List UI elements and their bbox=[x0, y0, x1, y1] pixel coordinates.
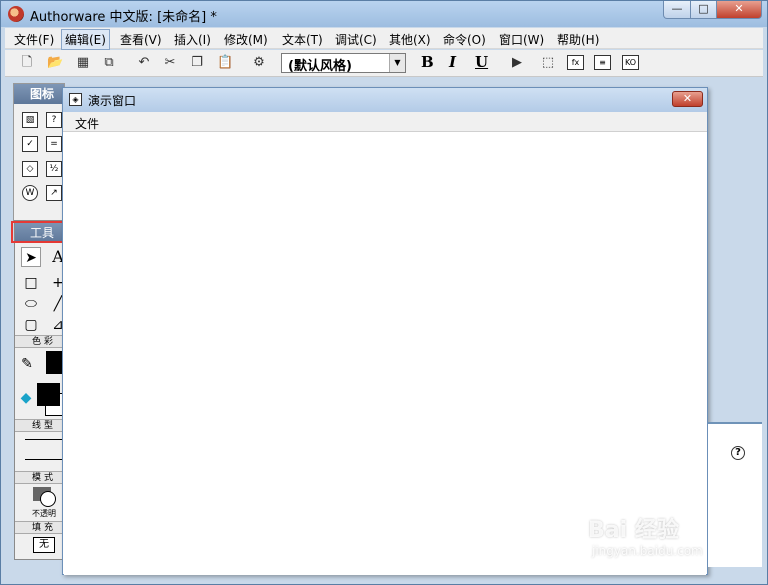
paste-icon[interactable]: 📋 bbox=[217, 55, 233, 71]
open-folder-icon[interactable]: 📂 bbox=[47, 55, 63, 71]
bold-button[interactable]: B bbox=[421, 53, 434, 71]
watermark: Bai 经验 jingyan.baidu.com bbox=[588, 512, 748, 568]
import-icon[interactable]: ⧉ bbox=[101, 55, 117, 71]
new-file-icon[interactable]: 🗋 bbox=[19, 55, 35, 71]
oval-tool-icon[interactable]: ⬭ bbox=[21, 294, 41, 314]
menu-bar: 文件(F) 编辑(E) 查看(V) 插入(I) 修改(M) 文本(T) 调试(C… bbox=[5, 28, 763, 50]
window-title: Authorware 中文版: [未命名] * bbox=[30, 10, 217, 25]
foreground-color-swatch[interactable] bbox=[37, 383, 60, 406]
watermark-url: jingyan.baidu.com bbox=[592, 544, 703, 558]
erase-icon[interactable]: ✓ bbox=[22, 136, 38, 152]
copy-icon[interactable]: ❐ bbox=[189, 55, 205, 71]
presentation-menu-file[interactable]: 文件 bbox=[75, 115, 99, 132]
menu-view[interactable]: 查看(V) bbox=[120, 31, 162, 48]
presentation-menu-bar: 文件 bbox=[63, 112, 707, 132]
fill-bucket-icon[interactable]: ◆ bbox=[16, 388, 36, 408]
menu-help[interactable]: 帮助(H) bbox=[557, 31, 599, 48]
minimize-button[interactable]: — bbox=[663, 1, 691, 19]
presentation-title-bar[interactable]: ◈ 演示窗口 ✕ bbox=[63, 88, 707, 112]
icon-palette-title[interactable]: 图标 bbox=[14, 84, 64, 104]
line-style-sample-2[interactable] bbox=[25, 459, 63, 460]
menu-text[interactable]: 文本(T) bbox=[282, 31, 323, 48]
pointer-tool-icon[interactable]: ➤ bbox=[21, 247, 41, 267]
presentation-window: ◈ 演示窗口 ✕ 文件 bbox=[62, 87, 708, 575]
save-all-icon[interactable]: ▦ bbox=[75, 55, 91, 71]
presentation-canvas[interactable] bbox=[64, 133, 706, 575]
menu-debug[interactable]: 调试(C) bbox=[335, 31, 377, 48]
text-style-select[interactable]: (默认风格) ▼ bbox=[281, 53, 406, 74]
menu-other[interactable]: 其他(X) bbox=[389, 31, 431, 48]
fill-value[interactable]: 无 bbox=[33, 537, 55, 553]
cut-icon[interactable]: ✂ bbox=[162, 55, 178, 71]
knowledge-object-icon[interactable]: KO bbox=[622, 55, 639, 70]
maximize-button[interactable]: □ bbox=[690, 1, 717, 19]
underline-button[interactable]: U bbox=[475, 53, 488, 71]
close-button[interactable]: ✕ bbox=[716, 1, 762, 19]
authorware-logo-icon bbox=[8, 6, 24, 22]
navigate-icon[interactable]: = bbox=[46, 136, 62, 152]
framework-icon[interactable]: ↗ bbox=[46, 185, 62, 201]
calculation-icon[interactable]: ½ bbox=[46, 161, 62, 177]
find-icon[interactable]: ⚙ bbox=[251, 55, 267, 71]
wait-icon[interactable]: ◇ bbox=[22, 161, 38, 177]
menu-window[interactable]: 窗口(W) bbox=[499, 31, 544, 48]
undo-icon[interactable]: ↶ bbox=[136, 55, 152, 71]
pencil-color-icon[interactable]: ✎ bbox=[17, 354, 37, 374]
presentation-title: 演示窗口 bbox=[88, 94, 137, 108]
line-style-sample[interactable] bbox=[25, 439, 63, 440]
rectangle-tool-icon[interactable]: □ bbox=[21, 273, 41, 293]
icon-palette: 图标 ▧ ? ✓ = ◇ ½ W ↗ bbox=[13, 83, 65, 223]
display-icon[interactable]: ▧ bbox=[22, 112, 38, 128]
presentation-close-button[interactable]: ✕ bbox=[672, 91, 703, 107]
menu-command[interactable]: 命令(O) bbox=[443, 31, 486, 48]
wait-stop-icon[interactable]: W bbox=[22, 185, 38, 201]
presentation-window-icon: ◈ bbox=[69, 93, 82, 106]
text-style-value: (默认风格) bbox=[288, 59, 352, 74]
italic-button[interactable]: I bbox=[449, 53, 456, 71]
watermark-brand: Bai 经验 bbox=[588, 518, 679, 543]
menu-file[interactable]: 文件(F) bbox=[14, 31, 54, 48]
mode-circle-icon bbox=[40, 491, 56, 507]
control-panel-icon[interactable]: ⬚ bbox=[540, 55, 556, 71]
run-icon[interactable]: ▶ bbox=[509, 55, 525, 71]
toolbar: 🗋 📂 ▦ ⧉ ↶ ✂ ❐ 📋 ⚙ (默认风格) ▼ B I U ▶ ⬚ fx … bbox=[5, 50, 763, 77]
chevron-down-icon[interactable]: ▼ bbox=[389, 54, 405, 72]
function-icon[interactable]: fx bbox=[567, 55, 584, 70]
rounded-rect-tool-icon[interactable]: ▢ bbox=[21, 315, 41, 335]
help-icon[interactable]: ? bbox=[731, 446, 745, 460]
menu-insert[interactable]: 插入(I) bbox=[174, 31, 211, 48]
menu-modify[interactable]: 修改(M) bbox=[224, 31, 268, 48]
variables-icon[interactable]: ≡ bbox=[594, 55, 611, 70]
title-bar[interactable]: Authorware 中文版: [未命名] * — □ ✕ bbox=[1, 1, 767, 27]
decision-icon[interactable]: ? bbox=[46, 112, 62, 128]
highlight-box bbox=[11, 221, 69, 243]
menu-edit[interactable]: 编辑(E) bbox=[61, 29, 110, 50]
